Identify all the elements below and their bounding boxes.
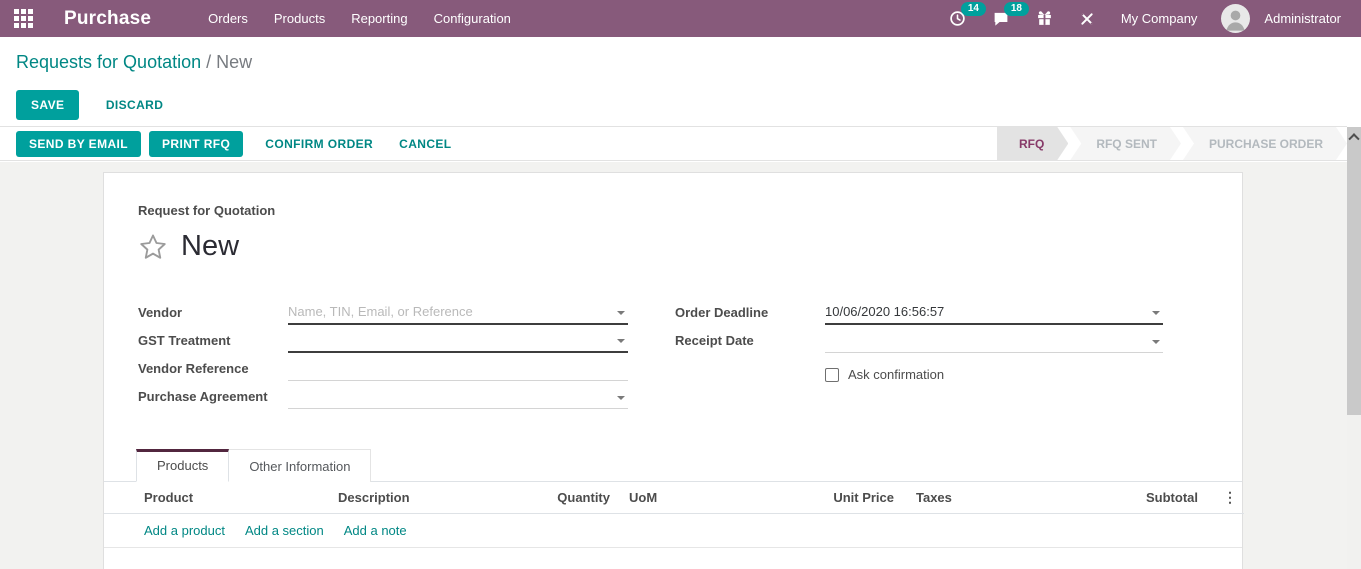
breadcrumb-current: New (216, 52, 252, 72)
user-avatar[interactable] (1221, 4, 1250, 33)
menu-products[interactable]: Products (261, 1, 338, 36)
menu-configuration[interactable]: Configuration (421, 1, 524, 36)
activity-menu-button[interactable]: 14 (939, 4, 976, 33)
menu-orders[interactable]: Orders (195, 1, 261, 36)
confirm-order-button[interactable]: CONFIRM ORDER (253, 131, 385, 157)
form-view-container: Request for Quotation New Vendor GST Tre… (0, 162, 1347, 569)
vendor-reference-label: Vendor Reference (138, 361, 288, 381)
vertical-scrollbar[interactable] (1347, 127, 1361, 569)
company-switcher[interactable]: My Company (1111, 5, 1208, 32)
stage-rfq-sent[interactable]: RFQ SENT (1070, 127, 1181, 160)
table-add-row: Add a product Add a section Add a note (104, 514, 1242, 548)
discard-button[interactable]: DISCARD (94, 90, 175, 120)
doc-type-label: Request for Quotation (138, 203, 1208, 218)
add-a-section-link[interactable]: Add a section (245, 523, 324, 538)
order-deadline-label: Order Deadline (675, 305, 825, 325)
col-description: Description (338, 482, 548, 514)
purchase-agreement-label: Purchase Agreement (138, 389, 288, 409)
field-group: Vendor GST Treatment Vendor Reference (138, 297, 1208, 409)
table-header-row: Product Description Quantity UoM Unit Pr… (104, 482, 1244, 514)
vendor-label: Vendor (138, 305, 288, 325)
gift-icon (1036, 10, 1053, 27)
messages-menu-button[interactable]: 18 (982, 4, 1020, 33)
apps-menu-button[interactable] (0, 0, 46, 37)
apps-grid-icon (14, 9, 33, 28)
menu-reporting[interactable]: Reporting (338, 1, 420, 36)
rewards-button[interactable] (1026, 4, 1063, 33)
add-a-product-link[interactable]: Add a product (144, 523, 225, 538)
send-by-email-button[interactable]: SEND BY EMAIL (16, 131, 141, 157)
vertical-dots-icon[interactable]: ⋮ (1204, 482, 1244, 514)
field-column-left: Vendor GST Treatment Vendor Reference (138, 297, 673, 409)
stage-purchase-order[interactable]: PURCHASE ORDER (1183, 127, 1347, 160)
user-menu[interactable]: Administrator (1256, 5, 1345, 32)
person-icon (1221, 4, 1250, 33)
receipt-date-label: Receipt Date (675, 333, 825, 353)
col-quantity: Quantity (548, 482, 616, 514)
tab-products[interactable]: Products (136, 449, 229, 482)
scrollbar-thumb[interactable] (1347, 144, 1361, 415)
tools-debug-button[interactable] (1069, 5, 1105, 33)
app-brand-title: Purchase (64, 8, 151, 30)
order-deadline-input[interactable] (825, 302, 1163, 323)
col-product: Product (104, 482, 338, 514)
control-panel: Requests for Quotation / New SAVE DISCAR… (0, 37, 1361, 126)
stage-rfq[interactable]: RFQ (997, 127, 1068, 160)
ask-confirmation-checkbox[interactable] (825, 368, 839, 382)
chevron-down-icon[interactable] (617, 339, 625, 343)
favorite-star-icon[interactable] (138, 232, 168, 262)
save-button[interactable]: SAVE (16, 90, 79, 120)
main-menu: Orders Products Reporting Configuration (195, 1, 524, 36)
col-uom: UoM (616, 482, 832, 514)
scrollbar-up-button[interactable] (1347, 127, 1361, 144)
breadcrumb: Requests for Quotation / New (16, 52, 1345, 73)
vendor-input[interactable] (288, 302, 628, 323)
tab-other-information[interactable]: Other Information (229, 449, 371, 482)
breadcrumb-parent-link[interactable]: Requests for Quotation (16, 52, 201, 72)
crossed-tools-icon (1079, 11, 1095, 27)
cancel-button[interactable]: CANCEL (387, 131, 463, 157)
form-sheet: Request for Quotation New Vendor GST Tre… (103, 172, 1243, 569)
navbar-systray: 14 18 My Company (939, 4, 1345, 33)
add-a-note-link[interactable]: Add a note (344, 523, 407, 538)
receipt-date-input[interactable] (825, 331, 1163, 352)
chevron-down-icon[interactable] (1152, 340, 1160, 344)
top-navbar: Purchase Orders Products Reporting Confi… (0, 0, 1361, 37)
chevron-down-icon[interactable] (1152, 311, 1160, 315)
print-rfq-button[interactable]: PRINT RFQ (149, 131, 243, 157)
order-lines-table: Product Description Quantity UoM Unit Pr… (104, 482, 1242, 548)
record-buttons: SAVE DISCARD (16, 90, 1345, 120)
col-taxes: Taxes (900, 482, 1130, 514)
field-column-right: Order Deadline Receipt Date Ask confi (673, 297, 1208, 409)
ask-confirmation-label[interactable]: Ask confirmation (848, 367, 944, 382)
notebook-tabs: Products Other Information (104, 449, 1242, 482)
vendor-reference-input[interactable] (288, 359, 628, 380)
gst-treatment-label: GST Treatment (138, 333, 288, 353)
col-unit-price: Unit Price (832, 482, 900, 514)
workflow-stages: RFQ RFQ SENT PURCHASE ORDER (995, 127, 1347, 160)
statusbar: SEND BY EMAIL PRINT RFQ CONFIRM ORDER CA… (0, 126, 1347, 161)
chevron-down-icon[interactable] (617, 396, 625, 400)
gst-treatment-input[interactable] (288, 330, 628, 351)
record-name: New (181, 230, 239, 263)
col-subtotal: Subtotal (1130, 482, 1204, 514)
chevron-down-icon[interactable] (617, 311, 625, 315)
purchase-agreement-input[interactable] (288, 387, 628, 408)
